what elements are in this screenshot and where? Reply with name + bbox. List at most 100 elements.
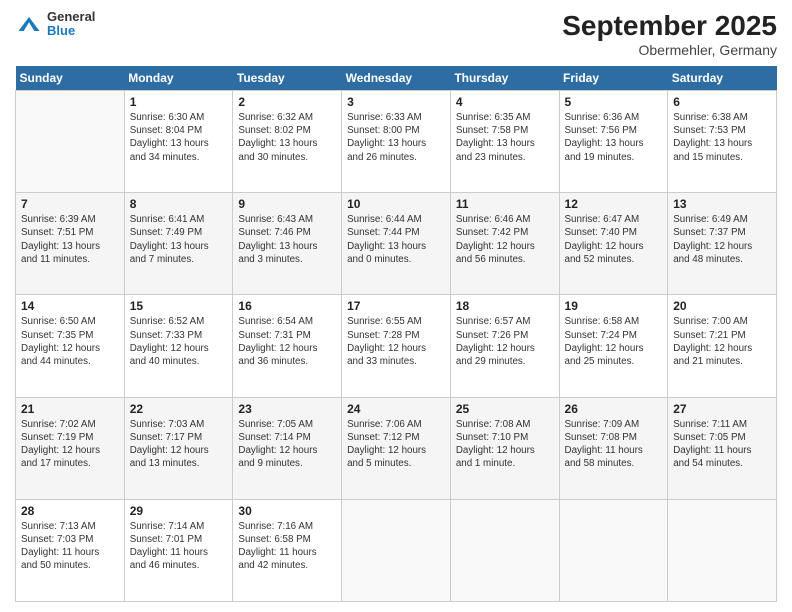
day-info: Sunrise: 6:52 AM Sunset: 7:33 PM Dayligh… [130,315,228,368]
day-number: 1 [130,95,228,109]
header: General Blue September 2025 Obermehler, … [15,10,777,58]
day-number: 12 [565,197,663,211]
day-info: Sunrise: 7:03 AM Sunset: 7:17 PM Dayligh… [130,418,228,471]
day-info: Sunrise: 7:09 AM Sunset: 7:08 PM Dayligh… [565,418,663,471]
day-info: Sunrise: 7:00 AM Sunset: 7:21 PM Dayligh… [673,315,771,368]
day-number: 14 [21,299,119,313]
calendar-cell: 9Sunrise: 6:43 AM Sunset: 7:46 PM Daylig… [233,193,342,295]
calendar-cell [16,91,125,193]
day-info: Sunrise: 6:30 AM Sunset: 8:04 PM Dayligh… [130,111,228,164]
day-info: Sunrise: 6:39 AM Sunset: 7:51 PM Dayligh… [21,213,119,266]
logo: General Blue [15,10,95,39]
day-number: 17 [347,299,445,313]
calendar-cell: 21 Sunrise: 7:02 AM Sunset: 7:19 PM Dayli… [16,397,125,499]
day-info: Sunrise: 7:05 AM Sunset: 7:14 PM Dayligh… [238,418,336,471]
calendar-cell: 29Sunrise: 7:14 AM Sunset: 7:01 PM Dayli… [124,499,233,601]
day-number: 3 [347,95,445,109]
logo-text: General Blue [47,10,95,39]
calendar-cell: 10 Sunrise: 6:44 AM Sunset: 7:44 PM Dayli… [342,193,451,295]
day-info: Sunrise: 7:08 AM Sunset: 7:10 PM Dayligh… [456,418,554,471]
day-info: Sunrise: 6:41 AM Sunset: 7:49 PM Dayligh… [130,213,228,266]
calendar-cell: 5Sunrise: 6:36 AM Sunset: 7:56 PM Daylig… [559,91,668,193]
day-info: Sunrise: 7:13 AM Sunset: 7:03 PM Dayligh… [21,520,119,573]
day-info: Sunrise: 6:57 AM Sunset: 7:26 PM Dayligh… [456,315,554,368]
day-info: Sunrise: 6:38 AM Sunset: 7:53 PM Dayligh… [673,111,771,164]
calendar-cell: 12 Sunrise: 6:47 AM Sunset: 7:40 PM Dayli… [559,193,668,295]
day-number: 8 [130,197,228,211]
day-number: 30 [238,504,336,518]
calendar-cell: 16 Sunrise: 6:54 AM Sunset: 7:31 PM Dayli… [233,295,342,397]
day-info: Sunrise: 6:50 AM Sunset: 7:35 PM Dayligh… [21,315,119,368]
day-info: Sunrise: 7:06 AM Sunset: 7:12 PM Dayligh… [347,418,445,471]
day-info: Sunrise: 6:55 AM Sunset: 7:28 PM Dayligh… [347,315,445,368]
day-info: Sunrise: 6:36 AM Sunset: 7:56 PM Dayligh… [565,111,663,164]
calendar-cell: 27Sunrise: 7:11 AM Sunset: 7:05 PM Dayli… [668,397,777,499]
month-title: September 2025 [562,10,777,42]
week-row-3: 14 Sunrise: 6:50 AM Sunset: 7:35 PM Dayli… [16,295,777,397]
day-number: 10 [347,197,445,211]
location: Obermehler, Germany [562,42,777,58]
day-info: Sunrise: 6:44 AM Sunset: 7:44 PM Dayligh… [347,213,445,266]
day-info: Sunrise: 7:16 AM Sunset: 6:58 PM Dayligh… [238,520,336,573]
title-block: September 2025 Obermehler, Germany [562,10,777,58]
week-row-2: 7 Sunrise: 6:39 AM Sunset: 7:51 PM Daylig… [16,193,777,295]
calendar-cell: 26 Sunrise: 7:09 AM Sunset: 7:08 PM Dayli… [559,397,668,499]
day-info: Sunrise: 6:54 AM Sunset: 7:31 PM Dayligh… [238,315,336,368]
day-number: 22 [130,402,228,416]
calendar-cell: 15 Sunrise: 6:52 AM Sunset: 7:33 PM Dayli… [124,295,233,397]
col-saturday: Saturday [668,66,777,91]
day-info: Sunrise: 6:58 AM Sunset: 7:24 PM Dayligh… [565,315,663,368]
day-number: 2 [238,95,336,109]
calendar-cell: 24Sunrise: 7:06 AM Sunset: 7:12 PM Dayli… [342,397,451,499]
day-number: 11 [456,197,554,211]
calendar-cell [668,499,777,601]
day-info: Sunrise: 6:32 AM Sunset: 8:02 PM Dayligh… [238,111,336,164]
calendar-cell: 7 Sunrise: 6:39 AM Sunset: 7:51 PM Daylig… [16,193,125,295]
calendar-cell: 22 Sunrise: 7:03 AM Sunset: 7:17 PM Dayli… [124,397,233,499]
day-number: 25 [456,402,554,416]
calendar-cell: 23Sunrise: 7:05 AM Sunset: 7:14 PM Dayli… [233,397,342,499]
day-info: Sunrise: 6:49 AM Sunset: 7:37 PM Dayligh… [673,213,771,266]
week-row-5: 28 Sunrise: 7:13 AM Sunset: 7:03 PM Dayli… [16,499,777,601]
calendar-cell: 18 Sunrise: 6:57 AM Sunset: 7:26 PM Dayli… [450,295,559,397]
day-number: 7 [21,197,119,211]
calendar-cell: 6Sunrise: 6:38 AM Sunset: 7:53 PM Daylig… [668,91,777,193]
day-number: 4 [456,95,554,109]
day-info: Sunrise: 7:02 AM Sunset: 7:19 PM Dayligh… [21,418,119,471]
day-info: Sunrise: 6:46 AM Sunset: 7:42 PM Dayligh… [456,213,554,266]
day-number: 21 [21,402,119,416]
day-number: 19 [565,299,663,313]
col-sunday: Sunday [16,66,125,91]
calendar-cell: 2 Sunrise: 6:32 AM Sunset: 8:02 PM Daylig… [233,91,342,193]
day-number: 15 [130,299,228,313]
calendar-cell: 30 Sunrise: 7:16 AM Sunset: 6:58 PM Dayli… [233,499,342,601]
week-row-4: 21 Sunrise: 7:02 AM Sunset: 7:19 PM Dayli… [16,397,777,499]
day-number: 16 [238,299,336,313]
day-number: 28 [21,504,119,518]
col-friday: Friday [559,66,668,91]
day-info: Sunrise: 6:33 AM Sunset: 8:00 PM Dayligh… [347,111,445,164]
calendar-cell: 11 Sunrise: 6:46 AM Sunset: 7:42 PM Dayli… [450,193,559,295]
col-tuesday: Tuesday [233,66,342,91]
calendar-cell: 14 Sunrise: 6:50 AM Sunset: 7:35 PM Dayli… [16,295,125,397]
day-info: Sunrise: 6:47 AM Sunset: 7:40 PM Dayligh… [565,213,663,266]
calendar-cell: 20Sunrise: 7:00 AM Sunset: 7:21 PM Dayli… [668,295,777,397]
calendar-cell: 25 Sunrise: 7:08 AM Sunset: 7:10 PM Dayli… [450,397,559,499]
calendar-cell: 17 Sunrise: 6:55 AM Sunset: 7:28 PM Dayli… [342,295,451,397]
col-thursday: Thursday [450,66,559,91]
col-wednesday: Wednesday [342,66,451,91]
calendar-cell [450,499,559,601]
logo-line2: Blue [47,24,95,38]
calendar-cell [559,499,668,601]
calendar-header-row: Sunday Monday Tuesday Wednesday Thursday… [16,66,777,91]
logo-line1: General [47,10,95,24]
day-number: 9 [238,197,336,211]
day-info: Sunrise: 6:35 AM Sunset: 7:58 PM Dayligh… [456,111,554,164]
day-number: 27 [673,402,771,416]
day-number: 18 [456,299,554,313]
calendar-cell: 19 Sunrise: 6:58 AM Sunset: 7:24 PM Dayli… [559,295,668,397]
calendar-cell: 3 Sunrise: 6:33 AM Sunset: 8:00 PM Daylig… [342,91,451,193]
day-number: 26 [565,402,663,416]
calendar-cell: 1 Sunrise: 6:30 AM Sunset: 8:04 PM Daylig… [124,91,233,193]
day-number: 29 [130,504,228,518]
